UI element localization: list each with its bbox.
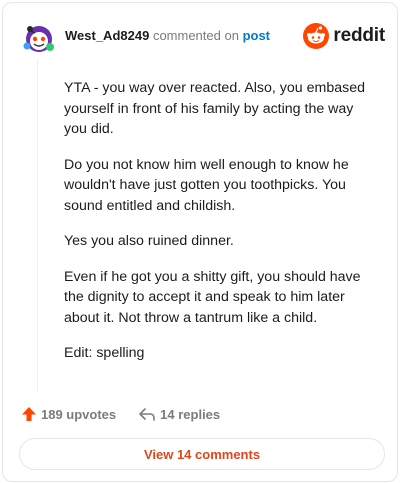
reply-arrow-icon xyxy=(139,408,155,421)
comment-paragraph: Do you not know him well enough to know … xyxy=(64,156,349,214)
post-link[interactable]: post xyxy=(243,28,270,43)
username-link[interactable]: West_Ad8249 xyxy=(65,28,149,43)
comment-paragraph: Edit: spelling xyxy=(64,345,145,361)
reddit-logo[interactable]: reddit xyxy=(303,23,385,49)
avatar[interactable] xyxy=(21,19,57,55)
reddit-alien-icon xyxy=(303,23,330,49)
upvote-count: 189 upvotes xyxy=(41,406,117,422)
comment-paragraph: YTA - you way over reacted. Also, you em… xyxy=(64,80,365,137)
replies-button[interactable]: 14 replies xyxy=(138,406,220,422)
comment-body: YTA - you way over reacted. Also, you em… xyxy=(64,78,369,379)
comment-byline: West_Ad8249 commented on post xyxy=(65,28,270,43)
reply-count: 14 replies xyxy=(160,406,221,422)
comment-actions: 189 upvotes 14 replies xyxy=(21,404,220,424)
commented-on-text: commented on xyxy=(152,28,239,43)
upvote-button[interactable]: 189 upvotes xyxy=(21,406,116,422)
comment-header: West_Ad8249 commented on post reddit xyxy=(19,17,385,57)
comment-card: West_Ad8249 commented on post reddit YTA… xyxy=(2,2,398,482)
thread-line[interactable] xyxy=(37,59,38,391)
comment-paragraph: Even if he got you a shitty gift, you sh… xyxy=(64,268,361,326)
view-comments-button[interactable]: View 14 comments xyxy=(19,438,385,470)
comment-paragraph: Yes you also ruined dinner. xyxy=(64,233,234,249)
reddit-wordmark: reddit xyxy=(333,25,385,46)
snoo-avatar-icon xyxy=(23,26,54,52)
upvote-arrow-icon xyxy=(22,407,36,421)
